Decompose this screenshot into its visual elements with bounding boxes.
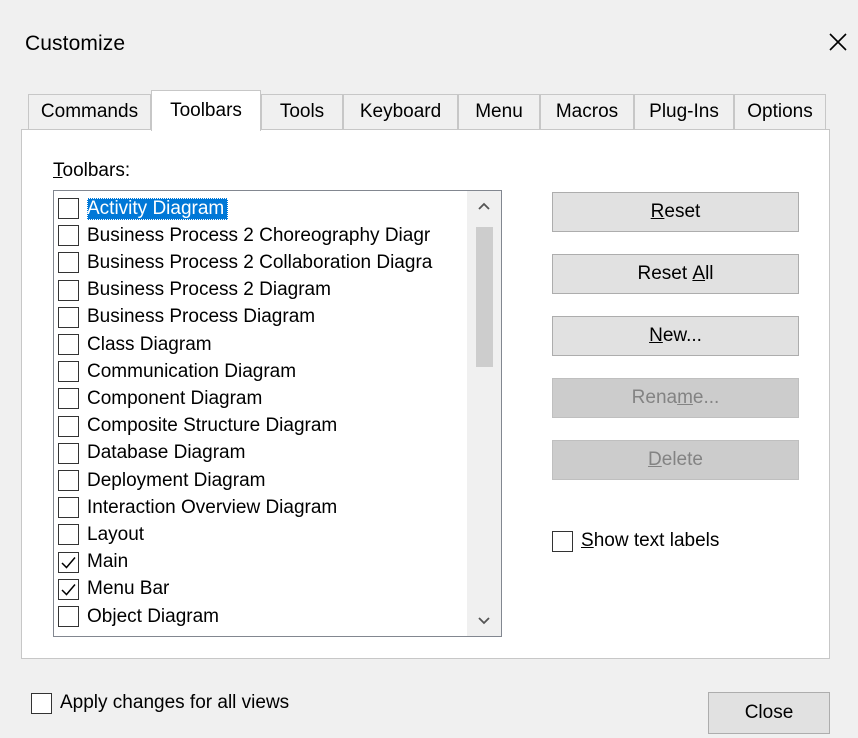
checkbox[interactable] xyxy=(58,361,79,383)
checkbox[interactable] xyxy=(58,497,79,519)
list-item[interactable]: Component Diagram xyxy=(58,385,467,412)
list-item-label: Component Diagram xyxy=(87,387,263,409)
tab-tools[interactable]: Tools xyxy=(261,94,343,129)
list-item-label: Menu Bar xyxy=(87,578,170,600)
tab-menu[interactable]: Menu xyxy=(458,94,540,129)
checkmark-icon xyxy=(61,556,76,569)
list-item-label: Activity Diagram xyxy=(87,197,229,220)
list-item[interactable]: Deployment Diagram xyxy=(58,467,467,494)
list-item[interactable]: Business Process 2 Choreography Diagr xyxy=(58,222,467,249)
list-item-label: Class Diagram xyxy=(87,333,212,355)
tab-macros[interactable]: Macros xyxy=(540,94,634,129)
new-button[interactable]: New... xyxy=(552,316,799,356)
list-item-label: Database Diagram xyxy=(87,442,246,464)
chevron-down-icon[interactable] xyxy=(467,606,501,636)
tab-keyboard[interactable]: Keyboard xyxy=(343,94,458,129)
tab-plug-ins[interactable]: Plug-Ins xyxy=(634,94,734,129)
checkbox[interactable] xyxy=(58,470,79,491)
show-text-labels-checkbox[interactable]: Show text labels xyxy=(552,530,719,552)
list-item[interactable]: Activity Diagram xyxy=(58,195,229,222)
apply-all-views-checkbox[interactable]: Apply changes for all views xyxy=(31,692,289,714)
list-item-label: Business Process 2 Collaboration Diagra xyxy=(87,251,433,273)
close-button[interactable]: Close xyxy=(708,692,830,734)
scrollbar-thumb[interactable] xyxy=(476,227,493,367)
checkbox[interactable] xyxy=(552,530,573,552)
tab-commands[interactable]: Commands xyxy=(28,94,151,129)
checkbox[interactable] xyxy=(58,578,79,600)
checkbox[interactable] xyxy=(58,388,79,410)
tab-toolbars[interactable]: Toolbars xyxy=(151,90,261,131)
checkbox[interactable] xyxy=(58,279,79,301)
dialog-title: Customize xyxy=(25,32,126,55)
list-item[interactable]: Interaction Overview Diagram xyxy=(58,494,467,521)
list-item-label: Communication Diagram xyxy=(87,360,297,382)
chevron-up-icon[interactable] xyxy=(467,191,501,221)
list-item[interactable]: Layout xyxy=(58,521,467,548)
checkmark-icon xyxy=(61,583,76,596)
toolbars-label: Toolbars: xyxy=(53,160,131,181)
reset-all-button[interactable]: Reset All xyxy=(552,254,799,294)
toolbar-list[interactable]: Object Diagram Menu Bar Main Layout Interact… xyxy=(53,190,502,637)
list-item[interactable]: Main xyxy=(58,549,467,576)
list-item-label: Business Process 2 Diagram xyxy=(87,279,331,301)
list-item[interactable]: Business Process 2 Diagram xyxy=(58,277,467,304)
reset-button[interactable]: Reset xyxy=(552,192,799,232)
checkbox[interactable] xyxy=(58,252,79,274)
list-scrollbar[interactable] xyxy=(467,191,501,636)
delete-button[interactable]: Delete xyxy=(552,440,799,480)
checkbox[interactable] xyxy=(58,306,79,328)
list-item-label: Object Diagram xyxy=(87,605,219,627)
list-item-label: Layout xyxy=(87,523,145,545)
list-item[interactable]: Menu Bar xyxy=(58,576,467,603)
checkbox[interactable] xyxy=(31,692,52,714)
list-item[interactable]: Database Diagram xyxy=(58,440,467,467)
list-item-label: Business Process 2 Choreography Diagr xyxy=(87,224,431,246)
tab-strip: Commands Toolbars Tools Keyboard Menu Ma… xyxy=(28,90,828,131)
checkbox[interactable] xyxy=(58,334,79,355)
checkbox[interactable] xyxy=(58,524,79,546)
list-item[interactable]: Class Diagram xyxy=(58,331,467,358)
checkbox[interactable] xyxy=(58,551,79,573)
checkbox[interactable] xyxy=(58,415,79,437)
list-item-label: Deployment Diagram xyxy=(87,469,266,491)
list-item-label: Composite Structure Diagram xyxy=(87,415,338,437)
checkbox[interactable] xyxy=(58,198,79,219)
list-item[interactable]: Object Diagram xyxy=(58,603,467,630)
rename-button[interactable]: Rena m e... xyxy=(552,378,799,418)
list-item[interactable]: Business Process 2 Collaboration Diagra xyxy=(58,249,467,276)
list-item[interactable]: Business Process Diagram xyxy=(58,304,467,331)
checkbox[interactable] xyxy=(58,225,79,247)
close-icon[interactable] xyxy=(818,20,858,64)
apply-all-views-label: Apply changes for all views xyxy=(60,692,290,713)
list-item[interactable]: Communication Diagram xyxy=(58,358,467,385)
tab-options[interactable]: Options xyxy=(734,94,826,129)
checkbox[interactable] xyxy=(58,606,79,627)
list-item[interactable]: Composite Structure Diagram xyxy=(58,413,467,440)
checkbox[interactable] xyxy=(58,442,79,464)
list-item-label: Main xyxy=(87,551,129,573)
list-item-label: Interaction Overview Diagram xyxy=(87,496,338,518)
list-item-label: Business Process Diagram xyxy=(87,306,316,328)
